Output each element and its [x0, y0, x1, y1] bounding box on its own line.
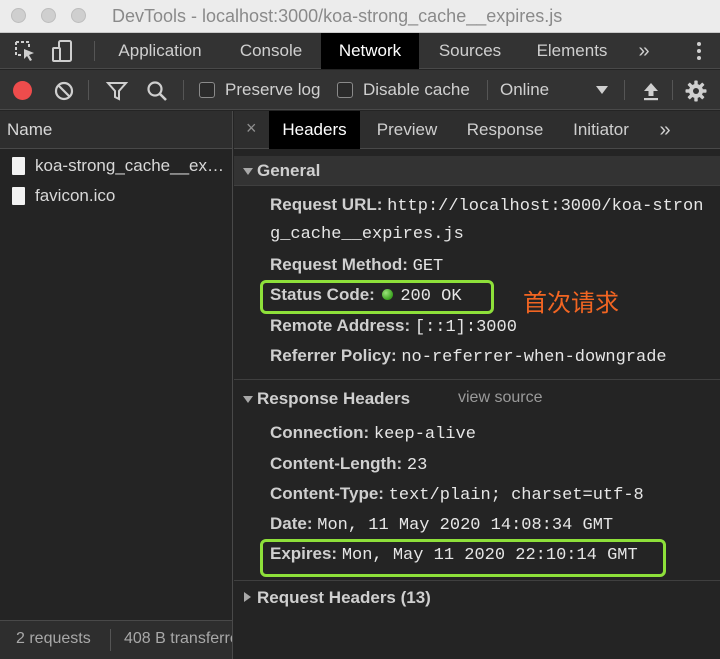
referrer-policy-key: Referrer Policy:: [270, 346, 397, 365]
throttling-select[interactable]: Online: [500, 80, 549, 100]
general-section-title: General: [257, 161, 321, 180]
referrer-policy-row: Referrer Policy: no-referrer-when-downgr…: [270, 346, 667, 367]
zoom-window-button[interactable]: [71, 8, 86, 23]
close-icon[interactable]: ×: [246, 118, 257, 139]
tab-application[interactable]: Application: [108, 33, 212, 69]
disable-cache-checkbox[interactable]: [337, 82, 353, 98]
document-icon: [12, 157, 25, 175]
tab-elements[interactable]: Elements: [526, 33, 618, 69]
request-list-panel: Name koa-strong_cache__expires.js favico…: [0, 111, 233, 659]
request-name: favicon.ico: [35, 186, 116, 205]
filter-icon[interactable]: [105, 79, 129, 103]
toolbar-divider: [672, 80, 673, 100]
import-har-icon[interactable]: [639, 79, 663, 103]
request-method-key: Request Method:: [270, 255, 408, 274]
header-value: 23: [406, 456, 428, 475]
status-code-highlight-box: [260, 280, 494, 314]
remote-address-row: Remote Address: [::1]:3000: [270, 316, 517, 337]
request-count: 2 requests: [16, 630, 91, 647]
kebab-menu-icon[interactable]: [690, 42, 708, 62]
triangle-right-icon: [244, 592, 251, 602]
request-url-value: http://localhost:3000/koa-stron: [387, 197, 704, 216]
header-key: Connection:: [270, 423, 370, 442]
request-url-key: Request URL:: [270, 195, 383, 214]
response-header-row: Date: Mon, 11 May 2020 14:08:34 GMT: [270, 514, 613, 535]
header-key: Content-Type:: [270, 484, 384, 503]
minimize-window-button[interactable]: [41, 8, 56, 23]
more-tabs-button[interactable]: »: [628, 33, 660, 69]
request-headers-title: Request Headers (13): [257, 588, 431, 607]
general-section-header[interactable]: General: [234, 156, 720, 186]
triangle-down-icon: [243, 396, 253, 403]
request-headers-section-header[interactable]: Request Headers (13): [234, 583, 720, 613]
toolbar-divider: [183, 80, 184, 100]
preserve-log-checkbox[interactable]: [199, 82, 215, 98]
expires-highlight-box: [260, 539, 666, 577]
toolbar-divider: [487, 80, 488, 100]
header-key: Date:: [270, 514, 313, 533]
status-bar: 2 requests 408 B transferred: [0, 620, 232, 659]
main-tab-bar: Application Console Network Sources Elem…: [0, 33, 720, 69]
tab-network[interactable]: Network: [321, 33, 419, 69]
tab-initiator[interactable]: Initiator: [563, 111, 639, 149]
request-row[interactable]: favicon.ico: [0, 181, 232, 211]
name-column-header[interactable]: Name: [0, 111, 232, 149]
device-toolbar-icon[interactable]: [50, 39, 76, 63]
tab-console[interactable]: Console: [226, 33, 316, 69]
window-title: DevTools - localhost:3000/koa-strong_cac…: [112, 6, 563, 26]
header-key: Content-Length:: [270, 454, 403, 473]
request-row[interactable]: koa-strong_cache__expires.js: [0, 151, 232, 181]
request-url-row: Request URL: http://localhost:3000/koa-s…: [270, 195, 703, 216]
toolbar-divider: [94, 41, 95, 61]
tab-headers[interactable]: Headers: [269, 111, 360, 149]
referrer-policy-value: no-referrer-when-downgrade: [401, 348, 667, 367]
network-toolbar: Preserve log Disable cache Online: [0, 70, 720, 110]
toolbar-divider: [624, 80, 625, 100]
preserve-log-label[interactable]: Preserve log: [225, 80, 320, 100]
gear-icon[interactable]: [684, 79, 708, 103]
request-method-row: Request Method: GET: [270, 255, 443, 276]
status-divider: [110, 629, 111, 651]
request-method-value: GET: [412, 257, 444, 276]
header-value: Mon, 11 May 2020 14:08:34 GMT: [317, 516, 614, 535]
inspect-element-icon[interactable]: [12, 39, 38, 63]
detail-tab-bar: × Headers Preview Response Initiator »: [234, 111, 720, 149]
toolbar-divider: [88, 80, 89, 100]
window-titlebar: DevTools - localhost:3000/koa-strong_cac…: [0, 0, 720, 33]
response-headers-title: Response Headers: [257, 389, 411, 408]
request-name: koa-strong_cache__expires.js: [35, 156, 225, 175]
name-column-label: Name: [7, 120, 53, 139]
triangle-down-icon: [243, 168, 253, 175]
remote-address-key: Remote Address:: [270, 316, 411, 335]
search-icon[interactable]: [145, 79, 169, 103]
tab-preview[interactable]: Preview: [367, 111, 447, 149]
response-header-row: Content-Length: 23: [270, 454, 427, 475]
disable-cache-label[interactable]: Disable cache: [363, 80, 470, 100]
close-window-button[interactable]: [11, 8, 26, 23]
header-value: keep-alive: [373, 425, 476, 444]
more-detail-tabs-button[interactable]: »: [648, 111, 682, 149]
remote-address-value: [::1]:3000: [414, 318, 517, 337]
chevron-down-icon[interactable]: [596, 86, 608, 94]
response-header-row: Connection: keep-alive: [270, 423, 476, 444]
request-url-value-wrap: g_cache__expires.js: [270, 225, 464, 244]
clear-icon[interactable]: [52, 79, 76, 103]
tab-response[interactable]: Response: [457, 111, 553, 149]
section-divider: [234, 379, 720, 380]
annotation-label: 首次请求: [523, 289, 619, 317]
document-icon: [12, 187, 25, 205]
record-icon[interactable]: [13, 81, 32, 100]
response-headers-section-header[interactable]: Response Headers view source: [234, 384, 720, 414]
response-header-row: Content-Type: text/plain; charset=utf-8: [270, 484, 644, 505]
header-value: text/plain; charset=utf-8: [388, 486, 644, 505]
tab-sources[interactable]: Sources: [428, 33, 512, 69]
section-divider: [234, 580, 720, 581]
view-source-link[interactable]: view source: [458, 389, 542, 407]
transferred-size: 408 B transferred: [124, 630, 232, 647]
